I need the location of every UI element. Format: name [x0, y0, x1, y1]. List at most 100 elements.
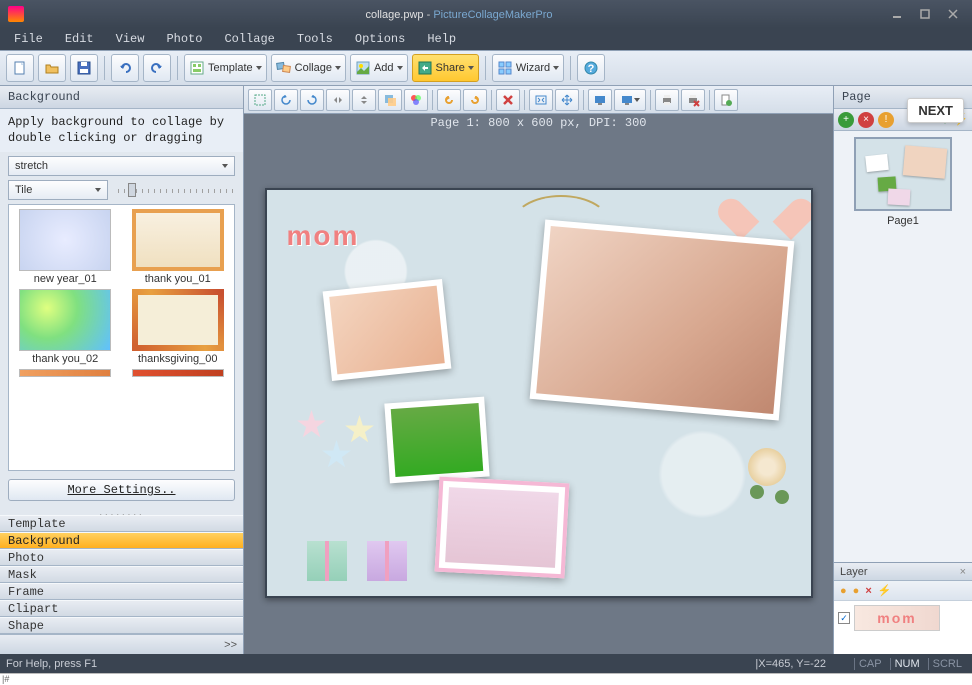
select-all-button[interactable]: [248, 89, 272, 111]
layer-lightning-icon[interactable]: ⚡: [878, 584, 892, 597]
menu-view[interactable]: View: [106, 29, 155, 49]
deco-star-3[interactable]: [345, 415, 375, 445]
chevron-down-icon: [222, 164, 228, 168]
flip-h-button[interactable]: [326, 89, 350, 111]
document-name: collage.pwp: [365, 9, 423, 21]
export-button[interactable]: [714, 89, 738, 111]
close-button[interactable]: [942, 5, 964, 23]
effects-button[interactable]: [404, 89, 428, 111]
layer-warn-icon[interactable]: ●: [840, 585, 847, 597]
page-thumb-1[interactable]: Page1: [840, 137, 966, 227]
rotate-left-button[interactable]: [274, 89, 298, 111]
arrange-button[interactable]: [378, 89, 402, 111]
photo-frame-3[interactable]: [434, 477, 569, 579]
collage-button[interactable]: Collage: [271, 54, 346, 82]
open-button[interactable]: [38, 54, 66, 82]
photo-frame-1[interactable]: [322, 279, 451, 381]
fit-button[interactable]: [529, 89, 553, 111]
acc-shape[interactable]: Shape: [0, 617, 243, 634]
photo-frame-large[interactable]: [529, 219, 794, 420]
acc-background[interactable]: Background: [0, 532, 243, 549]
layer-thumb-mom: mom: [854, 605, 940, 631]
acc-mask[interactable]: Mask: [0, 566, 243, 583]
svg-text:?: ?: [588, 63, 595, 75]
page-remove-button[interactable]: ×: [858, 112, 874, 128]
layer-visibility-checkbox[interactable]: ✓: [838, 612, 850, 624]
deco-rose[interactable]: [748, 448, 786, 486]
collage-canvas[interactable]: mom: [265, 188, 813, 598]
accordion-footer[interactable]: >>: [0, 634, 243, 654]
wizard-button[interactable]: Wizard: [492, 54, 564, 82]
menu-tools[interactable]: Tools: [287, 29, 343, 49]
layer-close-icon[interactable]: ×: [960, 566, 966, 578]
acc-clipart[interactable]: Clipart: [0, 600, 243, 617]
flip-v-button[interactable]: [352, 89, 376, 111]
chevron-down-icon: [634, 98, 640, 102]
layer-delete-icon[interactable]: ×: [865, 585, 871, 597]
accordion: Template Background Photo Mask Frame Cli…: [0, 515, 243, 634]
layer-list: ✓ mom: [834, 601, 972, 654]
deco-text-mom[interactable]: mom: [287, 220, 360, 252]
app-icon: [8, 6, 24, 22]
canvas-info: Page 1: 800 x 600 px, DPI: 300: [244, 114, 833, 132]
share-button[interactable]: Share: [412, 54, 479, 82]
deco-gift-2[interactable]: [367, 541, 407, 581]
menu-help[interactable]: Help: [417, 29, 466, 49]
chevron-down-icon: [335, 66, 341, 70]
right-panel: Page + × ! ↻ ⚡ Page1 Layer ×: [834, 86, 972, 654]
move-button[interactable]: [555, 89, 579, 111]
acc-frame[interactable]: Frame: [0, 583, 243, 600]
photo-frame-2[interactable]: [384, 397, 489, 484]
bg-thumb-thankyou01[interactable]: thank you_01: [126, 209, 231, 285]
deco-star-1[interactable]: [297, 410, 327, 440]
delete-button[interactable]: [496, 89, 520, 111]
titlebar: collage.pwp - PictureCollageMakerPro: [0, 0, 972, 28]
menubar: File Edit View Photo Collage Tools Optio…: [0, 28, 972, 50]
deco-gift-1[interactable]: [307, 541, 347, 581]
layer-info-icon[interactable]: ●: [853, 585, 860, 597]
cap-indicator: CAP: [854, 658, 886, 670]
bg-thumb-extra2[interactable]: [126, 369, 231, 377]
thumb-size-slider[interactable]: [118, 183, 235, 197]
help-button[interactable]: ?: [577, 54, 605, 82]
add-button[interactable]: Add: [350, 54, 408, 82]
acc-photo[interactable]: Photo: [0, 549, 243, 566]
maximize-button[interactable]: [914, 5, 936, 23]
save-button[interactable]: [70, 54, 98, 82]
minimize-button[interactable]: [886, 5, 908, 23]
app-name: PictureCollageMakerPro: [433, 9, 552, 21]
bg-thumb-newyear01[interactable]: new year_01: [13, 209, 118, 285]
acc-template[interactable]: Template: [0, 515, 243, 532]
menu-edit[interactable]: Edit: [55, 29, 104, 49]
display-dropdown-button[interactable]: [614, 89, 646, 111]
fit-mode-combo[interactable]: stretch: [8, 156, 235, 176]
bg-thumb-thankyou02[interactable]: thank you_02: [13, 289, 118, 365]
redo-canvas-button[interactable]: [463, 89, 487, 111]
page-add-button[interactable]: +: [838, 112, 854, 128]
rotate-right-button[interactable]: [300, 89, 324, 111]
template-button[interactable]: Template: [184, 54, 267, 82]
redo-button[interactable]: [143, 54, 171, 82]
undo-canvas-button[interactable]: [437, 89, 461, 111]
page-warn-button[interactable]: !: [878, 112, 894, 128]
deco-star-2[interactable]: [322, 440, 352, 470]
tile-mode-combo[interactable]: Tile: [8, 180, 108, 200]
scrl-indicator: SCRL: [928, 658, 966, 670]
background-instruction: Apply background to collage by double cl…: [0, 109, 243, 152]
display-button[interactable]: [588, 89, 612, 111]
bg-thumb-extra1[interactable]: [13, 369, 118, 377]
menu-collage[interactable]: Collage: [214, 29, 284, 49]
print-button[interactable]: [655, 89, 679, 111]
cancel-print-button[interactable]: [681, 89, 705, 111]
more-settings-button[interactable]: More Settings..: [8, 479, 235, 501]
bg-thumb-thanksgiving00[interactable]: thanksgiving_00: [126, 289, 231, 365]
menu-file[interactable]: File: [4, 29, 53, 49]
menu-photo[interactable]: Photo: [156, 29, 212, 49]
next-button[interactable]: NEXT: [907, 98, 964, 123]
chevron-down-icon: [397, 66, 403, 70]
window-title: collage.pwp - PictureCollageMakerPro: [32, 7, 886, 21]
undo-button[interactable]: [111, 54, 139, 82]
layer-row-mom[interactable]: ✓ mom: [838, 605, 968, 631]
new-button[interactable]: [6, 54, 34, 82]
menu-options[interactable]: Options: [345, 29, 415, 49]
